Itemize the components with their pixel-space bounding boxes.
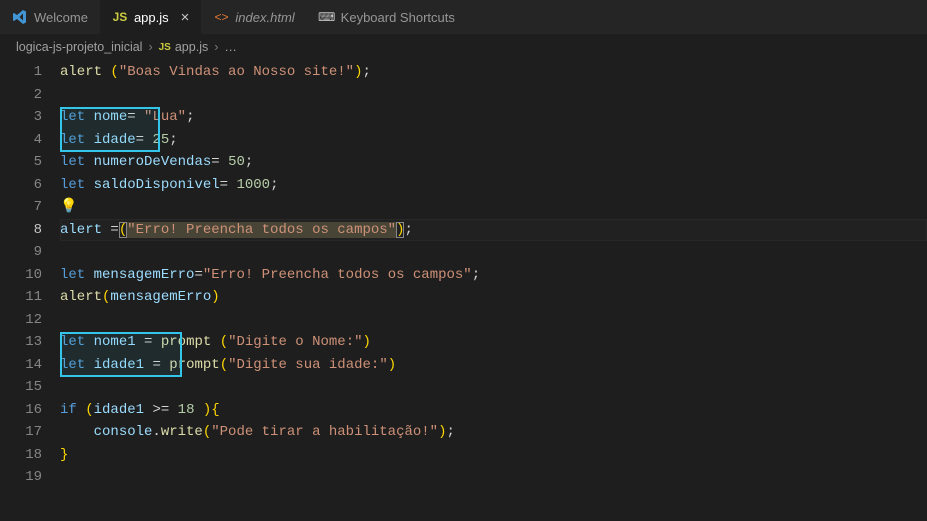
- tab-index-html[interactable]: <> index.html: [201, 0, 306, 34]
- code-line[interactable]: [60, 376, 927, 399]
- keyboard-icon: ⌨: [319, 9, 335, 25]
- tab-label: index.html: [235, 10, 294, 25]
- html-icon: <>: [213, 9, 229, 25]
- code-line[interactable]: if (idade1 >= 18 ){: [60, 399, 927, 422]
- chevron-right-icon: ›: [148, 40, 152, 54]
- vscode-icon: [12, 9, 28, 25]
- code-line[interactable]: alert =("Erro! Preencha todos os campos"…: [60, 219, 927, 242]
- tab-app-js[interactable]: JS app.js ×: [100, 0, 201, 34]
- code-line[interactable]: let idade1 = prompt("Digite sua idade:"): [60, 354, 927, 377]
- tab-label: Keyboard Shortcuts: [341, 10, 455, 25]
- lightbulb-icon[interactable]: 💡: [60, 199, 77, 215]
- code-line[interactable]: alert(mensagemErro): [60, 286, 927, 309]
- code-line[interactable]: alert ("Boas Vindas ao Nosso site!");: [60, 61, 927, 84]
- breadcrumb-file[interactable]: app.js: [175, 40, 208, 54]
- tab-keyboard-shortcuts[interactable]: ⌨ Keyboard Shortcuts: [307, 0, 467, 34]
- code-line[interactable]: [60, 84, 927, 107]
- line-number-gutter: 1 2 3 4 5 6 7 8 9 10 11 12 13 14 15 16 1…: [0, 61, 60, 521]
- close-icon[interactable]: ×: [181, 9, 190, 26]
- code-editor[interactable]: 1 2 3 4 5 6 7 8 9 10 11 12 13 14 15 16 1…: [0, 59, 927, 521]
- chevron-right-icon: ›: [214, 40, 218, 54]
- code-line[interactable]: 💡: [60, 196, 927, 219]
- code-line[interactable]: let nome= "Lua";: [60, 106, 927, 129]
- code-line[interactable]: [60, 309, 927, 332]
- code-content[interactable]: alert ("Boas Vindas ao Nosso site!"); le…: [60, 61, 927, 521]
- code-line[interactable]: let idade= 25;: [60, 129, 927, 152]
- code-line[interactable]: let saldoDisponivel= 1000;: [60, 174, 927, 197]
- tab-label: app.js: [134, 10, 169, 25]
- tab-label: Welcome: [34, 10, 88, 25]
- code-line[interactable]: [60, 466, 927, 489]
- tab-welcome[interactable]: Welcome: [0, 0, 100, 34]
- code-line[interactable]: let nome1 = prompt ("Digite o Nome:"): [60, 331, 927, 354]
- breadcrumb-ellipsis[interactable]: …: [224, 40, 237, 54]
- breadcrumb-project[interactable]: logica-js-projeto_inicial: [16, 40, 142, 54]
- code-line[interactable]: console.write("Pode tirar a habilitação!…: [60, 421, 927, 444]
- code-line[interactable]: }: [60, 444, 927, 467]
- js-icon: JS: [159, 42, 171, 53]
- js-icon: JS: [112, 9, 128, 25]
- code-line[interactable]: [60, 241, 927, 264]
- breadcrumb[interactable]: logica-js-projeto_inicial › JS app.js › …: [0, 35, 927, 59]
- code-line[interactable]: let mensagemErro="Erro! Preencha todos o…: [60, 264, 927, 287]
- code-line[interactable]: let numeroDeVendas= 50;: [60, 151, 927, 174]
- tab-bar: Welcome JS app.js × <> index.html ⌨ Keyb…: [0, 0, 927, 35]
